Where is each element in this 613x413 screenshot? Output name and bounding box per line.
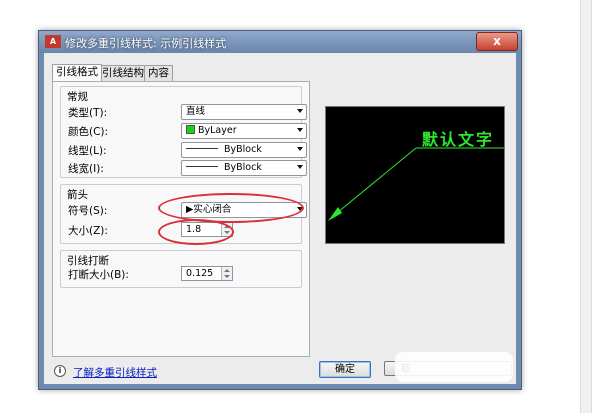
color-label: 颜色(C): bbox=[68, 126, 109, 138]
chevron-down-icon bbox=[297, 109, 303, 113]
tab-leader-format[interactable]: 引线格式 bbox=[52, 64, 102, 81]
window-title: 修改多重引线样式: 示例引线样式 bbox=[65, 37, 227, 50]
chevron-down-icon bbox=[297, 165, 303, 169]
general-group: 常规 类型(T): 直线 颜色(C): ByLayer 线型(L): ByBlo… bbox=[60, 86, 307, 178]
help-link[interactable]: 了解多重引线样式 bbox=[73, 365, 157, 380]
lineweight-value: ByBlock bbox=[224, 162, 262, 173]
break-size-spinner[interactable]: 0.125 bbox=[181, 266, 233, 281]
highlight-ellipse-symbol bbox=[158, 193, 304, 223]
type-dropdown[interactable]: 直线 bbox=[181, 104, 307, 120]
chevron-down-icon bbox=[297, 147, 303, 151]
chevron-down-icon bbox=[297, 128, 303, 132]
lineweight-dropdown[interactable]: ByBlock bbox=[181, 160, 307, 176]
color-swatch-icon bbox=[186, 125, 195, 134]
ok-button[interactable]: 确定 bbox=[319, 361, 371, 378]
linetype-value: ByBlock bbox=[224, 144, 262, 155]
type-value: 直线 bbox=[186, 106, 206, 117]
linetype-dropdown[interactable]: ByBlock bbox=[181, 142, 307, 158]
leader-preview: 默认文字 bbox=[325, 106, 505, 244]
line-sample-icon bbox=[186, 166, 218, 167]
break-size-value: 0.125 bbox=[186, 268, 214, 279]
preview-default-text: 默认文字 bbox=[422, 130, 495, 149]
autocad-app-icon: A bbox=[45, 35, 61, 48]
color-dropdown[interactable]: ByLayer bbox=[181, 123, 307, 139]
color-value: ByLayer bbox=[198, 125, 237, 136]
tab-content[interactable]: 内容 bbox=[144, 65, 173, 81]
close-button[interactable]: x bbox=[476, 32, 518, 51]
general-group-title: 常规 bbox=[67, 91, 88, 103]
leader-break-group-title: 引线打断 bbox=[67, 255, 109, 267]
background-scrollbar-strip bbox=[580, 0, 592, 413]
symbol-label: 符号(S): bbox=[68, 205, 108, 217]
info-icon: i bbox=[54, 365, 66, 377]
title-bar[interactable]: A 修改多重引线样式: 示例引线样式 x bbox=[39, 31, 521, 53]
line-sample-icon bbox=[186, 148, 218, 149]
spin-down-icon bbox=[224, 275, 230, 278]
type-label: 类型(T): bbox=[68, 107, 108, 119]
arrowhead-group-title: 箭头 bbox=[67, 189, 88, 201]
spin-up-icon bbox=[224, 269, 230, 272]
linetype-label: 线型(L): bbox=[68, 145, 107, 157]
size-label: 大小(Z): bbox=[68, 225, 108, 237]
highlight-ellipse-size bbox=[158, 219, 234, 245]
overlay-smudge bbox=[395, 352, 513, 382]
leader-break-group: 引线打断 打断大小(B): 0.125 bbox=[60, 250, 302, 288]
tab-leader-structure[interactable]: 引线结构 bbox=[98, 65, 148, 81]
spinner-buttons[interactable] bbox=[221, 267, 232, 280]
break-size-label: 打断大小(B): bbox=[68, 269, 129, 281]
lineweight-label: 线宽(I): bbox=[68, 163, 104, 175]
